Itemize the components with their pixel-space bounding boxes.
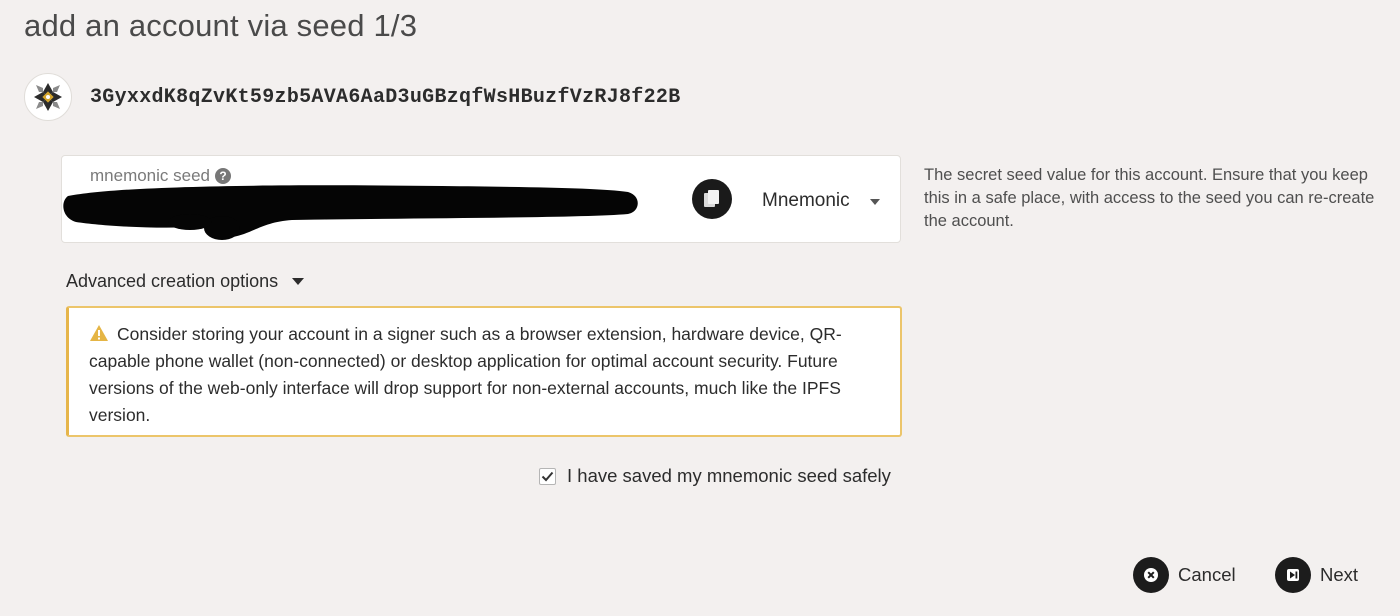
account-header: 3GyxxdK8qZvKt59zb5AVA6AaD3uGBzqfWsHBuzfV… — [24, 73, 681, 121]
seed-help-text: The secret seed value for this account. … — [924, 166, 1375, 230]
warning-icon — [90, 325, 108, 341]
seed-field-container: mnemonic seed ? Mnemonic — [61, 155, 901, 243]
warning-text: Consider storing your account in a signe… — [89, 324, 842, 425]
checkmark-icon — [541, 471, 554, 481]
close-icon — [1133, 557, 1169, 593]
seed-type-dropdown[interactable]: Mnemonic — [762, 186, 890, 216]
warning-box: Consider storing your account in a signe… — [66, 306, 902, 437]
seed-type-selected: Mnemonic — [762, 190, 850, 211]
identicon-icon[interactable] — [24, 73, 72, 121]
copy-button[interactable] — [692, 179, 732, 219]
account-address: 3GyxxdK8qZvKt59zb5AVA6AaD3uGBzqfWsHBuzfV… — [90, 85, 681, 109]
cancel-button[interactable]: Cancel — [1133, 557, 1236, 593]
chevron-down-icon — [870, 199, 880, 205]
saved-seed-checkbox-row[interactable]: I have saved my mnemonic seed safely — [539, 465, 891, 487]
page-title: add an account via seed 1/3 — [24, 8, 418, 43]
skip-next-icon — [1275, 557, 1311, 593]
saved-seed-checkbox[interactable] — [539, 467, 556, 485]
caret-down-icon — [292, 278, 305, 285]
saved-seed-label: I have saved my mnemonic seed safely — [567, 465, 891, 486]
cancel-label: Cancel — [1178, 564, 1236, 585]
copy-icon — [704, 190, 719, 207]
warning-message: Consider storing your account in a signe… — [89, 321, 884, 429]
advanced-options-label: Advanced creation options — [66, 271, 279, 291]
next-button[interactable]: Next — [1275, 557, 1358, 593]
seed-input[interactable] — [62, 180, 656, 242]
next-label: Next — [1320, 564, 1359, 585]
advanced-options-toggle[interactable]: Advanced creation options — [66, 271, 305, 292]
